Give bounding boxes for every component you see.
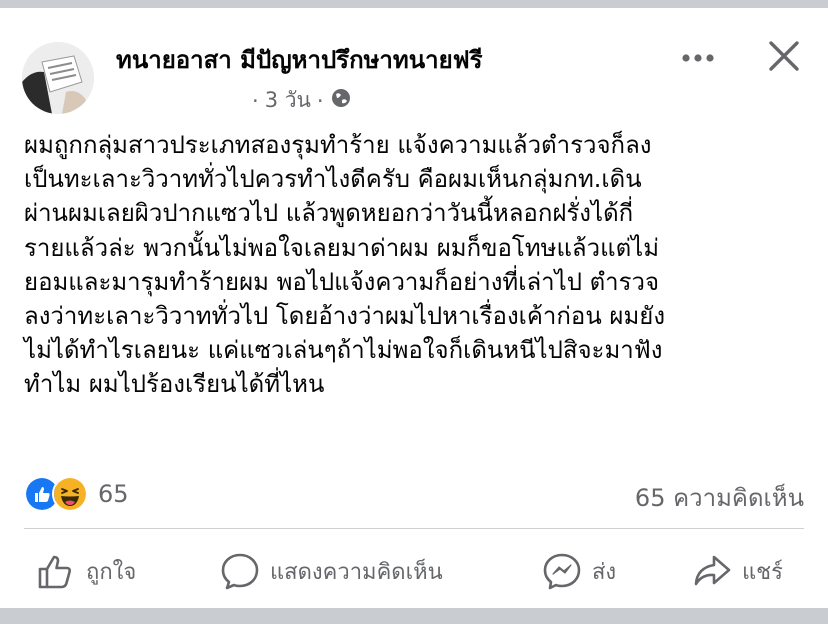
comment-bubble-icon xyxy=(220,551,260,591)
share-label: แชร์ xyxy=(742,559,783,585)
post-text-line: ทำไม ผมไปร้องเรียนได้ที่ไหน xyxy=(24,370,325,399)
send-label: ส่ง xyxy=(592,559,617,585)
page-name[interactable]: ทนายอาสา มีปัญหาปรึกษาทนายฟรี xyxy=(116,40,483,79)
thumbs-up-icon xyxy=(36,551,76,591)
messenger-icon xyxy=(542,551,582,591)
comment-count[interactable]: 65 ความคิดเห็น xyxy=(635,478,804,517)
post-text-line: ผ่านผมเลยผิวปากแซวไป แล้วพูดหยอกว่าวันนี… xyxy=(24,199,634,228)
comment-button[interactable]: แสดงความคิดเห็น xyxy=(220,546,443,596)
avatar-image xyxy=(22,42,94,114)
post-text-line: ไม่ได้ทำไรเลยนะ แค่แซวเล่นๆถ้าไม่พอใจก็เ… xyxy=(24,336,663,365)
more-options-icon[interactable] xyxy=(680,46,716,70)
close-icon[interactable] xyxy=(766,38,802,74)
post-text-line: รายแล้วล่ะ พวกนั้นไม่พอใจเลยมาด่าผม ผมก็… xyxy=(24,233,660,262)
like-label: ถูกใจ xyxy=(86,559,137,585)
globe-icon xyxy=(330,87,352,114)
post-time[interactable]: 3 วัน xyxy=(265,84,311,117)
post-card: ทนายอาสา มีปัญหาปรึกษาทนายฟรี · 3 วัน · … xyxy=(0,8,828,608)
share-button[interactable]: แชร์ xyxy=(692,546,783,596)
post-text-line: เป็นทะเลาะวิวาททั่วไปควรทำไงดีครับ คือผม… xyxy=(24,165,642,194)
meta-separator: · xyxy=(316,88,324,113)
reactions-summary[interactable]: 65 xyxy=(24,476,129,512)
like-button[interactable]: ถูกใจ xyxy=(36,546,136,596)
post-text-line: ผมถูกกลุ่มสาวประเภทสองรุมทำร้าย แจ้งความ… xyxy=(24,131,652,159)
comment-label: แสดงความคิดเห็น xyxy=(270,559,443,585)
post-text-line: ลงว่าทะเลาะวิวาททั่วไป โดยอ้างว่าผมไปหาเ… xyxy=(24,302,666,331)
send-button[interactable]: ส่ง xyxy=(542,546,616,596)
divider xyxy=(24,528,804,529)
post-meta: · 3 วัน · xyxy=(252,84,352,117)
haha-icon xyxy=(52,476,88,512)
post-text: ผมถูกกลุ่มสาวประเภทสองรุมทำร้าย แจ้งความ… xyxy=(24,128,814,402)
post-text-line: ยอมและมารุมทำร้ายผม พอไปแจ้งความก็อย่างท… xyxy=(24,267,660,296)
share-arrow-icon xyxy=(692,551,732,591)
reaction-count: 65 xyxy=(98,480,129,508)
page-avatar[interactable] xyxy=(22,42,94,114)
meta-prefix: · xyxy=(252,88,259,113)
